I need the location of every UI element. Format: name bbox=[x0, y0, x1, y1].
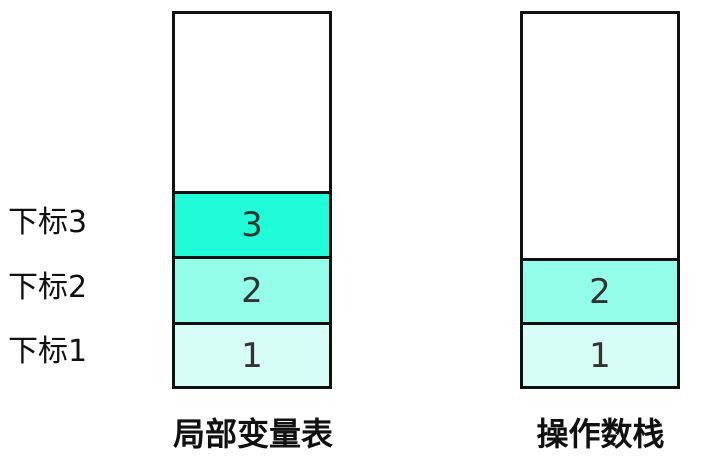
local-variable-table-caption: 局部变量表 bbox=[172, 415, 333, 453]
local-variable-table: 3 2 1 bbox=[172, 11, 332, 389]
index-label-1: 下标1 bbox=[8, 334, 88, 369]
index-label-3: 下标3 bbox=[8, 205, 88, 240]
local-variable-slot-1: 1 bbox=[175, 322, 329, 386]
local-variable-slot-2: 2 bbox=[175, 256, 329, 322]
operand-stack-slot-2: 2 bbox=[523, 258, 677, 322]
operand-stack-slot-1: 1 bbox=[523, 322, 677, 386]
index-label-2: 下标2 bbox=[8, 270, 88, 305]
local-variable-slot-3: 3 bbox=[175, 191, 329, 256]
operand-stack: 2 1 bbox=[520, 11, 680, 389]
operand-stack-caption: 操作数栈 bbox=[536, 415, 665, 453]
